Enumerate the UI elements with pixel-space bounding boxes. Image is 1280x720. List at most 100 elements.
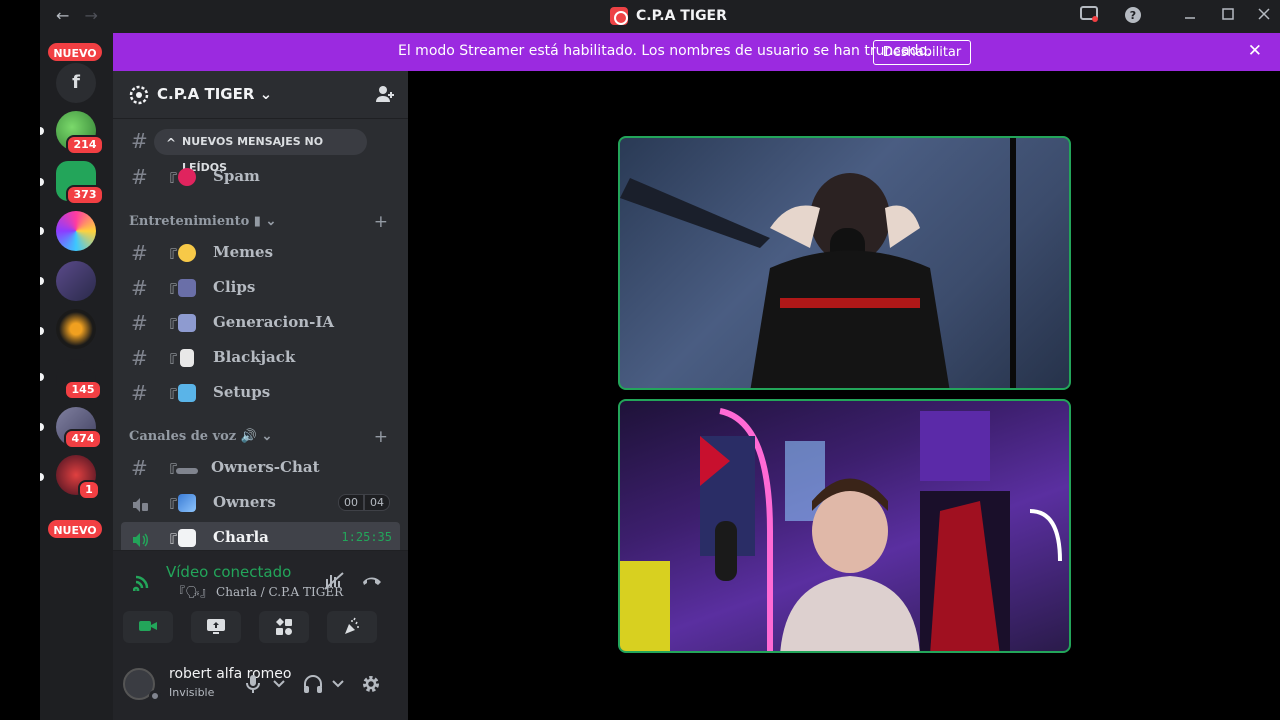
- server-icon-facebook[interactable]: f: [56, 63, 96, 103]
- video-tile-1[interactable]: [618, 136, 1071, 390]
- history-nav: ← →: [56, 6, 108, 25]
- connection-signal-icon[interactable]: [133, 571, 153, 591]
- channel-name: Charla: [213, 528, 269, 546]
- user-count-current: 00: [338, 494, 364, 511]
- playing-card-icon: [180, 349, 194, 367]
- mention-badge: 1: [78, 480, 100, 500]
- text-channel-icon: #: [131, 129, 148, 153]
- channel-setups[interactable]: # 『 Setups: [121, 377, 400, 409]
- channel-name: Blackjack: [213, 348, 296, 366]
- window-title: C.P.A TIGER: [636, 8, 727, 24]
- webcam-feed-image: [620, 138, 1016, 388]
- maximize-icon[interactable]: [1222, 6, 1234, 24]
- settings-gear-icon[interactable]: [361, 674, 381, 694]
- channel-spam[interactable]: # 『 Spam: [121, 161, 400, 193]
- server-icon-5[interactable]: [56, 261, 96, 301]
- unread-pill-indicator: [40, 373, 44, 381]
- chevron-down-icon[interactable]: [273, 680, 285, 688]
- channel-clips[interactable]: # 『 Clips: [121, 272, 400, 304]
- user-count-box: 00 04: [338, 494, 390, 511]
- channel-bracket: 『: [161, 352, 178, 371]
- activities-button[interactable]: [259, 611, 309, 643]
- channel-sidebar: C.P.A TIGER ⌄ # NUEVOS MENSAJES NO LEÍDO…: [113, 71, 408, 720]
- user-status: Invisible: [169, 686, 215, 699]
- unread-messages-pill[interactable]: NUEVOS MENSAJES NO LEÍDOS: [154, 129, 367, 174]
- screen-share-button[interactable]: [191, 611, 241, 643]
- server-icon-4[interactable]: [56, 211, 96, 251]
- new-badge-top[interactable]: NUEVO: [46, 41, 104, 63]
- text-channel-icon: #: [131, 165, 148, 189]
- banner-message: El modo Streamer está habilitado. Los no…: [398, 43, 932, 59]
- unread-pill-indicator: [40, 327, 44, 335]
- screen-share-icon: [207, 619, 225, 634]
- back-arrow-icon[interactable]: ←: [56, 6, 69, 25]
- outer-frame: [0, 0, 40, 720]
- noise-suppression-icon[interactable]: [323, 571, 345, 591]
- unread-pill-indicator: [40, 227, 44, 235]
- text-channel-icon: #: [131, 241, 148, 265]
- add-voice-channel-icon[interactable]: +: [374, 427, 388, 447]
- forward-arrow-icon[interactable]: →: [85, 6, 98, 25]
- unread-pill-indicator: [40, 277, 44, 285]
- server-rail: NUEVO f 214 373 145 474 1 NUEVO: [40, 33, 113, 720]
- channel-owners-chat[interactable]: # 『 Owners-Chat: [121, 452, 400, 484]
- minimize-icon[interactable]: [1184, 6, 1196, 24]
- disable-streamer-button[interactable]: Deshabilitar: [873, 40, 971, 65]
- channel-bracket: 『: [161, 247, 178, 266]
- server-name: C.P.A TIGER ⌄: [157, 85, 273, 103]
- camera-button[interactable]: [123, 611, 173, 643]
- channel-owners[interactable]: 『 Owners 00 04: [121, 487, 400, 519]
- channel-name: Owners: [213, 493, 276, 511]
- category-entretenimiento[interactable]: Entretenimiento ▮ ⌄: [129, 214, 276, 229]
- disconnect-icon[interactable]: [361, 573, 383, 587]
- channel-bracket: 『: [161, 497, 178, 516]
- text-channel-icon: #: [131, 346, 148, 370]
- close-window-icon[interactable]: [1258, 6, 1270, 24]
- chevron-down-icon[interactable]: [332, 680, 344, 688]
- locked-channel-icon: #: [131, 456, 148, 480]
- add-channel-icon[interactable]: +: [374, 212, 388, 232]
- voice-status-text[interactable]: Vídeo conectado: [166, 563, 291, 581]
- streamer-mode-banner: El modo Streamer está habilitado. Los no…: [113, 33, 1280, 71]
- speaking-head-icon: [178, 529, 196, 547]
- channel-name: Owners-Chat: [211, 458, 320, 476]
- voice-channel-subtitle[interactable]: 『🗣』 Charla / C.P.A TIGER: [173, 583, 343, 600]
- camera-icon: [139, 621, 157, 631]
- mention-badge: 214: [66, 135, 104, 155]
- clapper-icon: [178, 279, 196, 297]
- microphone-icon[interactable]: [245, 674, 261, 694]
- headphones-icon[interactable]: [303, 674, 323, 694]
- invisible-status-icon: [149, 690, 161, 702]
- server-icon-6[interactable]: [56, 309, 96, 349]
- voice-connection-panel: Vídeo conectado 『🗣』 Charla / C.P.A TIGER: [113, 550, 408, 656]
- robot-icon: [178, 314, 196, 332]
- channel-bracket: 『: [161, 462, 178, 481]
- text-channel-icon: #: [131, 311, 148, 335]
- server-header[interactable]: C.P.A TIGER ⌄: [113, 71, 408, 119]
- soundboard-button[interactable]: [327, 611, 377, 643]
- inbox-icon[interactable]: [1080, 6, 1098, 26]
- invite-people-icon[interactable]: [374, 83, 396, 105]
- locked-voice-icon: [131, 494, 149, 518]
- mention-badge: 145: [64, 380, 102, 400]
- channel-generacion-ia[interactable]: # 『 Generacion-IA: [121, 307, 400, 339]
- category-canales-de-voz[interactable]: Canales de voz 🔊 ⌄: [129, 429, 272, 444]
- channel-blackjack[interactable]: # 『 Blackjack: [121, 342, 400, 374]
- video-stage: [408, 71, 1280, 720]
- computer-icon: [178, 384, 196, 402]
- banner-close-icon[interactable]: ✕: [1248, 41, 1262, 61]
- title-bar: ← → C.P.A TIGER ?: [40, 0, 1280, 33]
- mention-badge: 373: [66, 185, 104, 205]
- new-badge-bottom[interactable]: NUEVO: [46, 518, 104, 540]
- help-icon[interactable]: ?: [1124, 6, 1142, 28]
- unread-pill-indicator: [40, 473, 44, 481]
- channel-memes[interactable]: # 『 Memes: [121, 237, 400, 269]
- user-panel: robert alfa romeo Invisible: [113, 656, 408, 720]
- channel-bracket: 『: [161, 317, 178, 336]
- user-count-limit: 04: [364, 494, 390, 511]
- video-tile-2[interactable]: [618, 399, 1071, 653]
- mention-badge: 474: [64, 429, 102, 449]
- channel-name: Setups: [213, 383, 271, 401]
- vehicle-icon: [178, 494, 196, 512]
- red-circle-icon: [178, 168, 196, 186]
